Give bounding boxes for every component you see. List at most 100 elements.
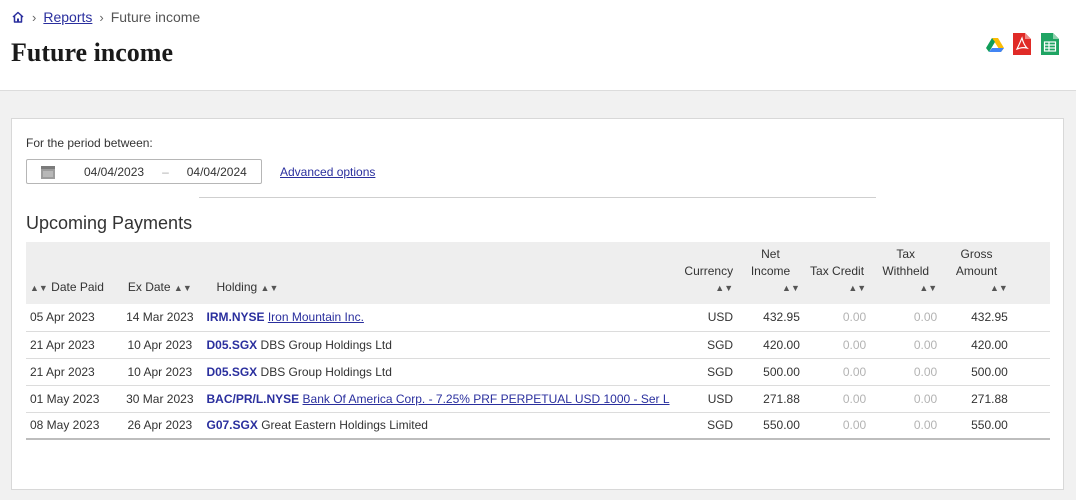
payments-table: ▲▼ Date Paid Ex Date ▲▼ Holding ▲▼ Curre… [26,242,1050,440]
sort-icon: ▲▼ [782,283,800,293]
currency-cell: SGD [673,412,738,440]
tax-withheld-cell: 0.00 [870,385,942,413]
table-row: 21 Apr 2023 10 Apr 2023 D05.SGX DBS Grou… [26,358,1050,386]
end-date-field[interactable]: 04/04/2024 [187,165,247,179]
column-header-gross-amount[interactable]: Gross Amount ▲▼ [941,242,1012,304]
divider [199,197,876,198]
home-icon[interactable] [11,10,25,24]
export-toolbar [985,33,1061,55]
date-paid-cell: 01 May 2023 [26,385,118,413]
date-paid-cell: 05 Apr 2023 [26,304,118,332]
ex-date-cell: 30 Mar 2023 [117,385,203,413]
report-panel: For the period between: 04/04/2023 – 04/… [11,118,1064,490]
column-header-currency[interactable]: Currency ▲▼ [674,242,738,304]
table-row: 08 May 2023 26 Apr 2023 G07.SGX Great Ea… [26,412,1050,440]
holding-symbol: D05.SGX [206,364,258,379]
page-header: › Reports › Future income Future income [0,0,1076,91]
breadcrumb-current: Future income [110,9,201,25]
holding-name-link[interactable]: Bank Of America Corp. - 7.25% PRF PERPET… [303,392,670,406]
holding-symbol: BAC/PR/L.NYSE [206,391,300,406]
spacer-cell [1011,358,1050,386]
holding-symbol: G07.SGX [206,418,258,433]
ex-date-cell: 10 Apr 2023 [117,358,203,386]
holding-cell: D05.SGX DBS Group Holdings Ltd [202,331,674,359]
holding-name: DBS Group Holdings Ltd [260,364,392,379]
tax-credit-cell: 0.00 [803,385,871,413]
gross-amount-cell: 420.00 [941,331,1012,359]
table-row: 01 May 2023 30 Mar 2023 BAC/PR/L.NYSE Ba… [26,385,1050,413]
sort-icon: ▲▼ [715,283,734,293]
date-separator: – [162,164,169,179]
ex-date-cell: 26 Apr 2023 [117,412,203,440]
breadcrumb-reports-link[interactable]: Reports [43,9,92,25]
gross-amount-cell: 432.95 [941,304,1012,332]
holding-name: Great Eastern Holdings Limited [261,418,428,433]
tax-credit-cell: 0.00 [803,358,871,386]
tax-withheld-cell: 0.00 [870,304,942,332]
column-header-spacer [1012,242,1050,304]
spreadsheet-icon[interactable] [1041,33,1061,55]
date-paid-cell: 21 Apr 2023 [26,331,118,359]
net-income-cell: 420.00 [737,331,804,359]
sort-icon: ▲▼ [173,283,192,293]
currency-cell: SGD [673,331,738,359]
start-date-field[interactable]: 04/04/2023 [84,165,144,179]
net-income-cell: 432.95 [737,304,804,332]
ex-date-cell: 10 Apr 2023 [117,331,203,359]
google-drive-icon[interactable] [985,33,1005,55]
calendar-icon [41,165,55,179]
sort-icon: ▲▼ [848,283,867,293]
date-paid-cell: 08 May 2023 [26,412,118,440]
spacer-cell [1011,385,1050,413]
date-range-picker[interactable]: 04/04/2023 – 04/04/2024 [26,159,262,184]
advanced-options-link[interactable]: Advanced options [280,165,375,179]
table-header-row: ▲▼ Date Paid Ex Date ▲▼ Holding ▲▼ Curre… [26,242,1050,304]
ex-date-cell: 14 Mar 2023 [117,304,203,332]
tax-credit-cell: 0.00 [803,304,871,332]
net-income-cell: 550.00 [737,412,804,440]
spacer-cell [1011,412,1050,440]
section-title: Upcoming Payments [26,213,193,233]
column-header-net-income[interactable]: Net Income ▲▼ [737,242,804,304]
tax-withheld-cell: 0.00 [870,331,942,359]
sort-icon: ▲▼ [990,283,1008,293]
currency-cell: SGD [673,358,738,386]
holding-cell: G07.SGX Great Eastern Holdings Limited [202,412,674,440]
gross-amount-cell: 500.00 [941,358,1012,386]
holding-symbol: D05.SGX [206,337,258,352]
spacer-cell [1011,331,1050,359]
sort-icon: ▲▼ [260,283,279,293]
currency-cell: USD [673,304,738,332]
holding-cell: IRM.NYSE Iron Mountain Inc. [202,304,674,332]
holding-cell: D05.SGX DBS Group Holdings Ltd [202,358,674,386]
column-header-tax-withheld[interactable]: Tax Withheld ▲▼ [870,242,941,304]
holding-cell: BAC/PR/L.NYSE Bank Of America Corp. - 7.… [202,385,674,413]
column-header-holding[interactable]: Holding ▲▼ [202,242,673,304]
holding-name-link[interactable]: Iron Mountain Inc. [268,310,364,324]
gross-amount-cell: 271.88 [941,385,1012,413]
holding-symbol: IRM.NYSE [206,310,265,325]
chevron-right-icon: › [32,9,37,25]
pdf-icon[interactable] [1013,33,1033,55]
column-header-ex-date[interactable]: Ex Date ▲▼ [117,242,202,304]
date-paid-cell: 21 Apr 2023 [26,358,118,386]
gross-amount-cell: 550.00 [941,412,1012,440]
page-title: Future income [11,38,173,67]
table-row: 21 Apr 2023 10 Apr 2023 D05.SGX DBS Grou… [26,331,1050,359]
sort-icon: ▲▼ [30,283,48,293]
net-income-cell: 500.00 [737,358,804,386]
holding-name: DBS Group Holdings Ltd [260,337,392,352]
table-row: 05 Apr 2023 14 Mar 2023 IRM.NYSE Iron Mo… [26,304,1050,332]
breadcrumb: › Reports › Future income [11,9,200,25]
tax-withheld-cell: 0.00 [870,358,942,386]
tax-credit-cell: 0.00 [803,331,871,359]
sort-icon: ▲▼ [919,283,938,293]
column-header-date-paid[interactable]: ▲▼ Date Paid [26,242,117,304]
column-header-tax-credit[interactable]: Tax Credit ▲▼ [804,242,870,304]
chevron-right-icon: › [99,9,104,25]
period-label: For the period between: [26,136,153,150]
currency-cell: USD [673,385,738,413]
tax-credit-cell: 0.00 [803,412,871,440]
net-income-cell: 271.88 [737,385,804,413]
tax-withheld-cell: 0.00 [870,412,942,440]
